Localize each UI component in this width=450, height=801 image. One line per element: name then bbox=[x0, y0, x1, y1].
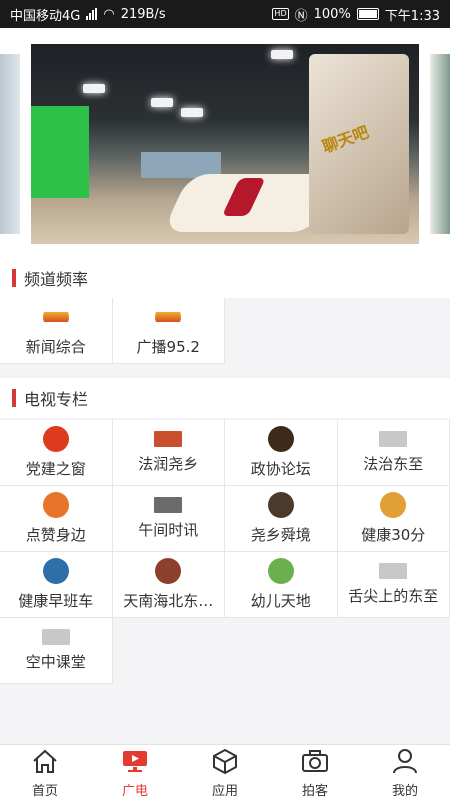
travel-logo bbox=[155, 558, 181, 584]
program-tile[interactable]: 新闻综合 bbox=[0, 298, 113, 364]
nfc-icon: Ⓝ bbox=[295, 5, 308, 24]
battery-percent: 100% bbox=[314, 7, 351, 22]
tab-label: 拍客 bbox=[302, 780, 328, 799]
tab-user[interactable]: 我的 bbox=[360, 745, 450, 801]
tab-label: 我的 bbox=[392, 780, 418, 799]
health-logo bbox=[380, 492, 406, 518]
program-tile[interactable]: 舌尖上的东至 bbox=[338, 552, 450, 618]
channel-grid: 新闻综合 广播95.2 bbox=[0, 298, 450, 364]
program-tile[interactable]: 健康早班车 bbox=[0, 552, 113, 618]
section-tv-columns-header: 电视专栏 bbox=[0, 378, 450, 418]
law-logo bbox=[154, 431, 182, 447]
forum-logo bbox=[268, 426, 294, 452]
tab-tv[interactable]: 广电 bbox=[90, 745, 180, 801]
program-tile-label: 天南海北东… bbox=[123, 590, 213, 611]
section-title: 电视专栏 bbox=[24, 386, 88, 410]
program-tile[interactable]: 天南海北东… bbox=[113, 552, 226, 618]
program-tile-label: 法润尧乡 bbox=[138, 453, 198, 474]
program-tile-label: 舌尖上的东至 bbox=[348, 585, 438, 606]
tab-cube[interactable]: 应用 bbox=[180, 745, 270, 801]
kids-logo bbox=[268, 558, 294, 584]
like-logo bbox=[43, 492, 69, 518]
program-tile-label: 党建之窗 bbox=[26, 458, 86, 479]
program-tile-label: 法治东至 bbox=[363, 453, 423, 474]
section-title: 频道频率 bbox=[24, 266, 88, 290]
party-logo bbox=[43, 426, 69, 452]
banner-prev-slide[interactable] bbox=[0, 54, 20, 234]
wifi-icon: ◠ bbox=[103, 7, 114, 22]
program-tile[interactable]: 法治东至 bbox=[338, 420, 450, 486]
placeholder-logo bbox=[379, 431, 407, 447]
tab-home[interactable]: 首页 bbox=[0, 745, 90, 801]
program-tile[interactable]: 点赞身边 bbox=[0, 486, 113, 552]
clock: 下午1:33 bbox=[385, 5, 440, 24]
signal-icon bbox=[86, 8, 97, 20]
banner-next-slide[interactable] bbox=[430, 54, 450, 234]
section-channels-header: 频道频率 bbox=[0, 258, 450, 298]
hd-icon: HD bbox=[272, 8, 288, 20]
program-tile-label: 健康早班车 bbox=[18, 590, 93, 611]
program-tile-label: 幼儿天地 bbox=[251, 590, 311, 611]
program-tile[interactable]: 健康30分 bbox=[338, 486, 450, 552]
program-tile-label: 空中课堂 bbox=[26, 651, 86, 672]
program-tile[interactable]: 政协论坛 bbox=[225, 420, 338, 486]
program-tile-label: 健康30分 bbox=[361, 524, 425, 545]
placeholder-logo bbox=[379, 563, 407, 579]
studio-light bbox=[83, 84, 105, 93]
section-accent-bar bbox=[12, 389, 16, 407]
tv-icon bbox=[120, 748, 150, 778]
studio-light bbox=[271, 50, 293, 59]
user-icon bbox=[390, 748, 420, 778]
banner-carousel[interactable]: 聊天吧 bbox=[0, 28, 450, 260]
program-tile-label: 政协论坛 bbox=[251, 458, 311, 479]
program-tile-label: 广播95.2 bbox=[137, 336, 200, 357]
home-icon bbox=[30, 748, 60, 778]
bus-logo bbox=[43, 558, 69, 584]
tab-camera[interactable]: 拍客 bbox=[270, 745, 360, 801]
tv-column-grid: 党建之窗 法润尧乡 政协论坛 法治东至点赞身边 午间时讯 尧乡舜境 健康30分健康早班车 天南… bbox=[0, 420, 450, 684]
studio-screen: 聊天吧 bbox=[309, 54, 409, 234]
program-tile[interactable]: 法润尧乡 bbox=[113, 420, 226, 486]
program-tile[interactable]: 幼儿天地 bbox=[225, 552, 338, 618]
scenery-logo bbox=[268, 492, 294, 518]
program-tile[interactable]: 广播95.2 bbox=[113, 298, 226, 364]
sunset-logo bbox=[155, 304, 181, 330]
sunset-logo bbox=[43, 304, 69, 330]
carrier-label: 中国移动4G bbox=[10, 5, 80, 24]
battery-icon bbox=[357, 8, 379, 20]
program-tile-label: 新闻综合 bbox=[26, 336, 86, 357]
banner-image[interactable]: 聊天吧 bbox=[31, 44, 419, 244]
camera-icon bbox=[300, 748, 330, 778]
news-logo bbox=[154, 497, 182, 513]
section-accent-bar bbox=[12, 269, 16, 287]
studio-light bbox=[151, 98, 173, 107]
studio-light bbox=[181, 108, 203, 117]
tab-label: 应用 bbox=[212, 780, 238, 799]
status-bar: 中国移动4G ◠ 219B/s HD Ⓝ 100% 下午1:33 bbox=[0, 0, 450, 28]
program-tile-label: 点赞身边 bbox=[26, 524, 86, 545]
tab-label: 首页 bbox=[32, 780, 58, 799]
placeholder-logo bbox=[42, 629, 70, 645]
studio-sign: 聊天吧 bbox=[318, 119, 371, 158]
program-tile[interactable]: 空中课堂 bbox=[0, 618, 113, 684]
bottom-tab-bar: 首页 广电 应用 拍客 我的 bbox=[0, 744, 450, 801]
program-tile[interactable]: 党建之窗 bbox=[0, 420, 113, 486]
green-screen bbox=[31, 106, 89, 198]
program-tile[interactable]: 午间时讯 bbox=[113, 486, 226, 552]
program-tile-label: 尧乡舜境 bbox=[251, 524, 311, 545]
program-tile-label: 午间时讯 bbox=[138, 519, 198, 540]
cube-icon bbox=[210, 748, 240, 778]
tab-label: 广电 bbox=[122, 780, 148, 799]
network-speed: 219B/s bbox=[121, 7, 166, 22]
program-tile[interactable]: 尧乡舜境 bbox=[225, 486, 338, 552]
